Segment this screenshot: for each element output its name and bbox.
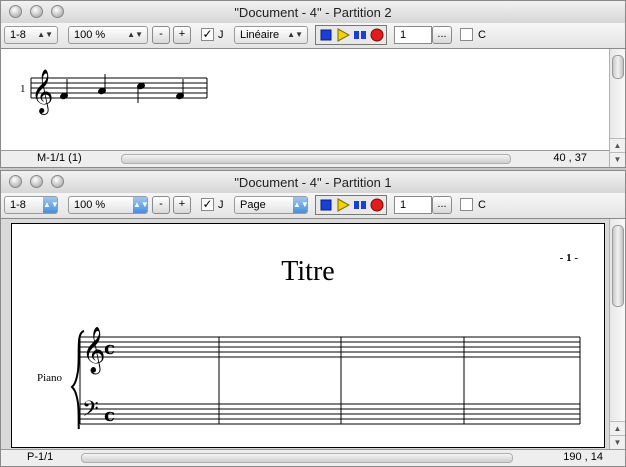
horizontal-scrollbar[interactable] (81, 453, 513, 463)
toolbar: 1-8 ▲▼ 100 % ▲▼ - + ✓ J Linéaire ▲▼ 1 ..… (1, 23, 625, 49)
record-icon[interactable] (370, 28, 384, 42)
position-status: M-1/1 (1) (37, 152, 82, 164)
more-button[interactable]: ... (432, 26, 452, 44)
scroll-down-icon[interactable]: ▼ (610, 435, 625, 450)
page-status: P-1/1 (27, 451, 54, 463)
record-icon[interactable] (370, 198, 384, 212)
coordinates-status: 40 , 37 (553, 152, 587, 164)
view-mode-value: Linéaire (240, 29, 280, 41)
bass-clef-icon: 𝄢 (82, 397, 99, 427)
zoom-in-button[interactable]: + (173, 196, 191, 214)
stop-icon[interactable] (319, 198, 333, 212)
more-button[interactable]: ... (432, 196, 452, 214)
scroll-thumb[interactable] (612, 55, 624, 79)
stop-icon[interactable] (319, 28, 333, 42)
select-arrows-icon: ▲▼ (127, 30, 143, 39)
zoom-select-value: 100 % (74, 29, 106, 41)
instrument-name: Piano (37, 372, 63, 384)
treble-clef-icon: 𝄞 (31, 69, 53, 115)
view-mode-select[interactable]: Linéaire ▲▼ (234, 26, 308, 44)
zoom-select[interactable]: 100 % ▲▼ (68, 196, 149, 214)
select-arrows-icon: ▲▼ (37, 30, 53, 39)
partition-1-window: "Document - 4" - Partition 1 1-8 ▲▼ 100 … (0, 170, 626, 467)
vertical-scrollbar[interactable]: ▲ ▼ (609, 219, 625, 450)
range-select[interactable]: 1-8 ▲▼ (4, 26, 58, 44)
scroll-thumb[interactable] (612, 225, 624, 307)
c-checkbox-label: C (478, 199, 486, 211)
scroll-up-icon[interactable]: ▲ (610, 421, 625, 436)
measure-number-input[interactable]: 1 (394, 196, 432, 214)
c-checkbox-label: C (478, 29, 486, 41)
partition-2-window: "Document - 4" - Partition 2 1-8 ▲▼ 100 … (0, 0, 626, 168)
range-select-value: 1-8 (10, 29, 26, 41)
measure-number-input[interactable]: 1 (394, 26, 432, 44)
linear-score-view[interactable]: 1 𝄞 (1, 49, 609, 151)
select-arrows-icon: ▲▼ (293, 197, 309, 213)
range-select[interactable]: 1-8 ▲▼ (4, 196, 59, 214)
linear-staff[interactable]: 𝄞 (27, 59, 247, 139)
score-page[interactable]: Titre - 1 - Piano 𝄞 c 𝄢 c (11, 223, 605, 448)
step-icon[interactable] (353, 198, 367, 212)
j-checkbox-label: J (218, 29, 224, 41)
play-icon[interactable] (336, 198, 351, 212)
common-time-icon: c (104, 338, 115, 359)
scroll-down-icon[interactable]: ▼ (610, 152, 625, 167)
range-select-value: 1-8 (10, 199, 26, 211)
window-title: "Document - 4" - Partition 1 (234, 175, 392, 190)
treble-clef-icon: 𝄞 (82, 327, 106, 375)
zoom-select-value: 100 % (74, 199, 106, 211)
page-number: - 1 - (559, 252, 578, 264)
toolbar: 1-8 ▲▼ 100 % ▲▼ - + ✓ J Page ▲▼ 1 ... C (1, 193, 625, 219)
zoom-out-button[interactable]: - (152, 196, 170, 214)
scroll-up-icon[interactable]: ▲ (610, 138, 625, 153)
zoom-out-button[interactable]: - (152, 26, 170, 44)
grand-staff[interactable]: 𝄞 c 𝄢 c (68, 319, 588, 429)
view-mode-select[interactable]: Page ▲▼ (234, 196, 309, 214)
select-arrows-icon: ▲▼ (43, 197, 59, 213)
zoom-in-button[interactable]: + (173, 26, 191, 44)
common-time-icon: c (104, 405, 115, 426)
transport-controls (315, 195, 387, 215)
status-bar: M-1/1 (1) 40 , 37 (1, 150, 609, 167)
status-bar: P-1/1 190 , 14 (1, 449, 625, 466)
c-checkbox[interactable] (460, 198, 473, 211)
select-arrows-icon: ▲▼ (287, 30, 303, 39)
play-icon[interactable] (336, 28, 351, 42)
vertical-scrollbar[interactable]: ▲ ▼ (609, 49, 625, 167)
title-bar[interactable]: "Document - 4" - Partition 1 (1, 171, 625, 194)
horizontal-scrollbar[interactable] (121, 154, 511, 164)
j-checkbox[interactable]: ✓ (201, 28, 214, 41)
score-title[interactable]: Titre (12, 256, 604, 288)
select-arrows-icon: ▲▼ (133, 197, 149, 213)
c-checkbox[interactable] (460, 28, 473, 41)
zoom-select[interactable]: 100 % ▲▼ (68, 26, 148, 44)
j-checkbox-label: J (218, 199, 224, 211)
view-mode-value: Page (240, 199, 266, 211)
window-title: "Document - 4" - Partition 2 (234, 5, 392, 20)
coordinates-status: 190 , 14 (563, 451, 603, 463)
transport-controls (315, 25, 387, 45)
staff-number: 1 (20, 83, 26, 95)
step-icon[interactable] (353, 28, 367, 42)
title-bar[interactable]: "Document - 4" - Partition 2 (1, 1, 625, 24)
j-checkbox[interactable]: ✓ (201, 198, 214, 211)
